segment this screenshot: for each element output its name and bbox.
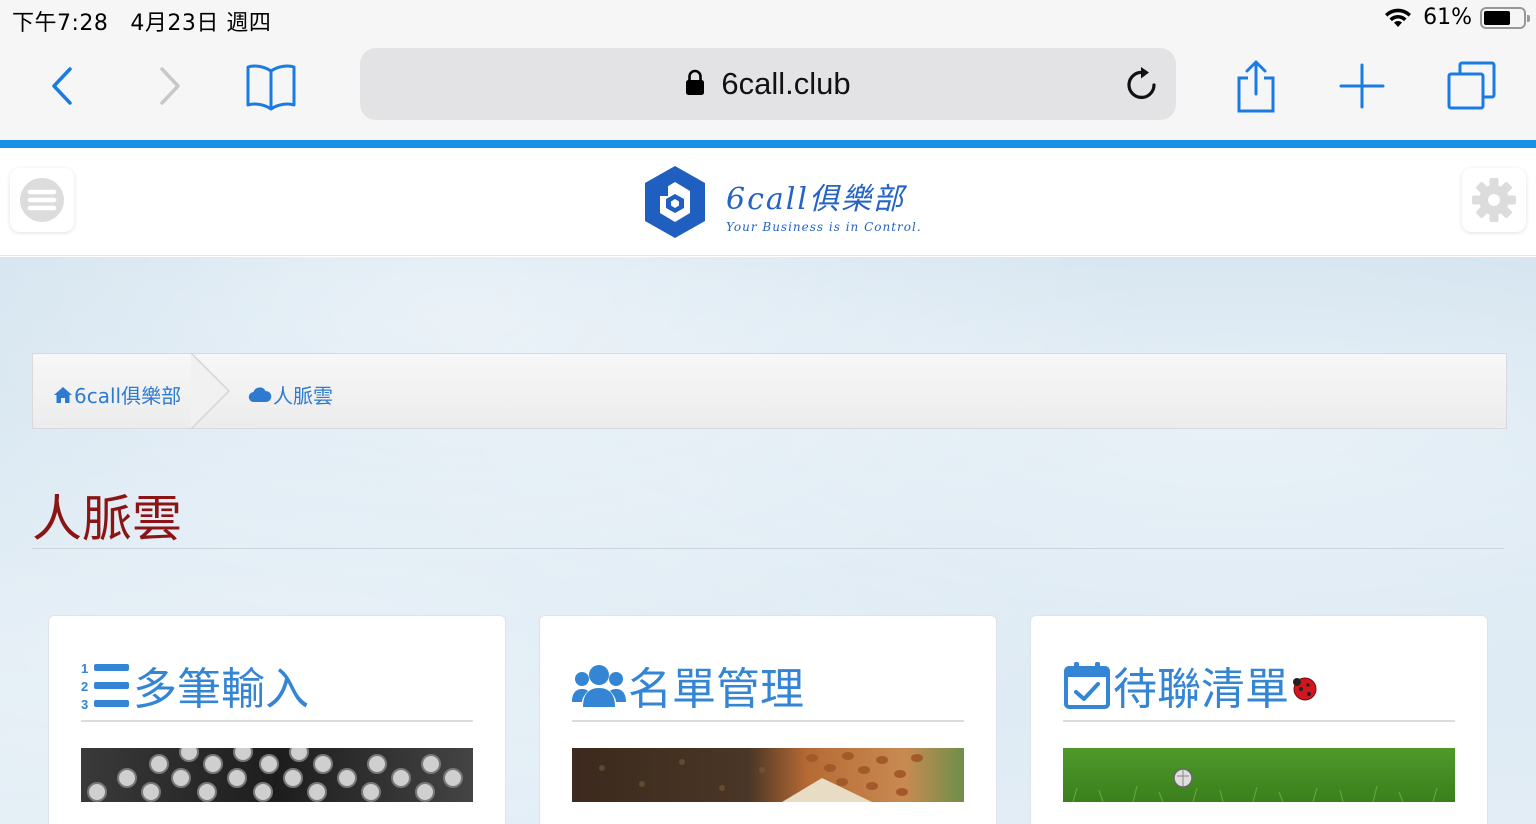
- svg-text:3: 3: [81, 697, 88, 710]
- logo-subtitle: Your Business is in Control.: [726, 220, 922, 234]
- card-follow-up-list[interactable]: 待聯清單: [1030, 615, 1488, 824]
- seeds-soil-image: [572, 748, 964, 802]
- card-header: 名單管理: [572, 650, 964, 722]
- logo-title: 6call俱樂部: [726, 182, 905, 217]
- svg-text:1: 1: [81, 661, 88, 676]
- card-contact-management[interactable]: 名單管理: [539, 615, 997, 824]
- page-load-progress: [0, 140, 1536, 148]
- grass-field-image: [1063, 748, 1455, 802]
- card-batch-input[interactable]: 1 2 3 多筆輸入: [48, 615, 506, 824]
- card-header: 1 2 3 多筆輸入: [81, 650, 473, 722]
- bookmarks-icon: [246, 64, 296, 111]
- users-icon: [572, 665, 626, 707]
- ladybug-icon: [1293, 677, 1317, 701]
- typewriter-image: [81, 748, 473, 802]
- breadcrumb-home-label: 6call俱樂部: [74, 384, 182, 408]
- status-clock: 下午7:28 4月23日 週四: [12, 5, 271, 37]
- wifi-icon: [1385, 8, 1412, 27]
- back-button[interactable]: [40, 40, 84, 132]
- card-label: 名單管理: [628, 664, 804, 715]
- calendar-check-icon: [1064, 662, 1110, 709]
- browser-toolbar: 6call.club: [0, 40, 1536, 140]
- breadcrumb-home-link[interactable]: 6call俱樂部: [53, 380, 181, 409]
- page-title: 人脈雲: [32, 490, 182, 548]
- status-time: 下午7:28: [12, 11, 109, 36]
- share-icon: [1237, 60, 1275, 113]
- battery-level: [1484, 11, 1510, 25]
- settings-button[interactable]: [1462, 168, 1526, 232]
- breadcrumb-current-label: 人脈雲: [273, 384, 333, 408]
- card-label: 多筆輸入: [133, 664, 309, 715]
- lock-icon: [686, 69, 705, 95]
- battery-icon: [1480, 7, 1530, 29]
- tabs-button[interactable]: [1444, 40, 1500, 132]
- breadcrumb-separator: [191, 353, 231, 429]
- title-divider: [32, 548, 1504, 549]
- numbered-list-icon: 1 2 3: [81, 661, 129, 710]
- cloud-icon: [248, 387, 272, 403]
- status-bar: 下午7:28 4月23日 週四 61%: [0, 0, 1536, 40]
- status-indicators: 61%: [1383, 5, 1530, 30]
- main-content: 6call俱樂部 人脈雲 人脈雲 1 2 3 多筆輸入 名單管理 待聯清單: [0, 257, 1536, 824]
- url-text: 6call.club: [721, 66, 851, 101]
- menu-icon: [20, 178, 64, 222]
- status-date: 4月23日 週四: [130, 11, 272, 36]
- site-header: 6call俱樂部 Your Business is in Control.: [0, 148, 1536, 256]
- battery-percent: 61%: [1423, 5, 1472, 30]
- new-tab-button[interactable]: [1338, 40, 1386, 132]
- breadcrumb-current-link[interactable]: 人脈雲: [248, 380, 333, 409]
- forward-icon: [160, 67, 180, 105]
- logo-hexagon-icon: [645, 166, 705, 238]
- card-label: 待聯清單: [1113, 664, 1289, 715]
- share-button[interactable]: [1232, 40, 1280, 132]
- card-header: 待聯清單: [1063, 650, 1455, 722]
- site-logo[interactable]: 6call俱樂部 Your Business is in Control.: [642, 162, 921, 242]
- svg-text:2: 2: [81, 679, 88, 694]
- back-icon: [52, 67, 72, 105]
- menu-button[interactable]: [10, 168, 74, 232]
- bookmarks-button[interactable]: [240, 40, 302, 132]
- gear-icon: [1472, 178, 1516, 222]
- address-bar[interactable]: 6call.club: [360, 48, 1176, 120]
- reload-icon[interactable]: [1124, 64, 1160, 102]
- new-tab-icon: [1339, 63, 1385, 109]
- forward-button[interactable]: [148, 40, 192, 132]
- home-icon: [54, 386, 72, 403]
- tabs-icon: [1447, 61, 1496, 110]
- breadcrumb: 6call俱樂部 人脈雲: [32, 353, 1507, 429]
